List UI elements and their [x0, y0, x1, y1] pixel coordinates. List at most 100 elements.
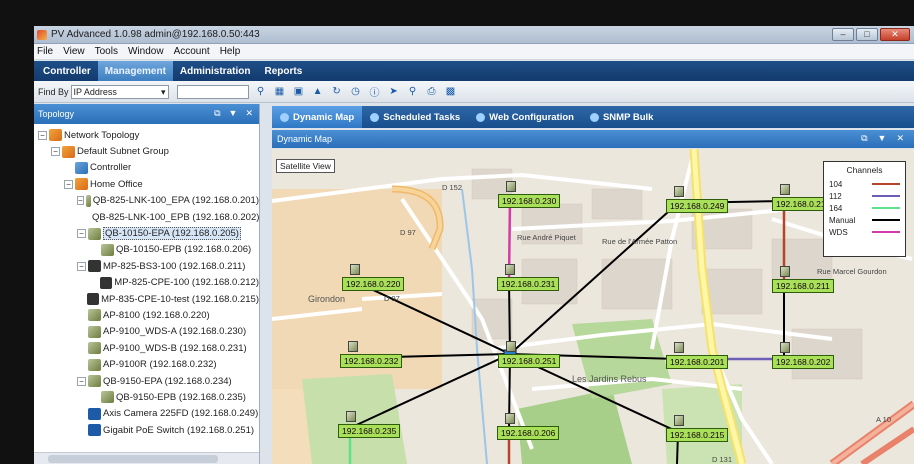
scrollbar-thumb[interactable]	[48, 455, 218, 463]
tree-item[interactable]: QB-825-LNK-100_EPB (192.168.0.202)	[34, 209, 259, 225]
device-node-label[interactable]: 192.168.0.211	[772, 279, 834, 293]
find-input[interactable]	[176, 84, 249, 99]
device-node-label[interactable]: 192.168.0.235	[338, 424, 401, 438]
tab-dynamic-map[interactable]: Dynamic Map	[272, 106, 363, 128]
device-node-label[interactable]: 192.168.0.251	[498, 354, 561, 368]
refresh-icon[interactable]: ↻	[330, 85, 344, 99]
horizontal-scrollbar[interactable]	[34, 452, 259, 464]
tree-item[interactable]: − QB-9150-EPA (192.168.0.234)	[34, 373, 259, 389]
legend-swatch	[872, 207, 900, 209]
pin-icon[interactable]: ▼	[878, 133, 887, 144]
device-icon[interactable]	[780, 184, 790, 195]
dynamic-map[interactable]: D 152 D 97 D 97 Girondon Rue André Piquet Rue…	[272, 149, 914, 464]
tree-item[interactable]: Axis Camera 225FD (192.168.0.249)	[34, 406, 259, 422]
device-node-label[interactable]: 192.168.0.206	[497, 426, 560, 440]
nav-reports[interactable]: Reports	[257, 61, 309, 81]
tree-item[interactable]: AP-9100_WDS-B (192.168.0.231)	[34, 340, 259, 356]
find-by-select[interactable]: IP Address	[70, 84, 169, 99]
send-icon[interactable]: ➤	[387, 85, 401, 99]
tree-item[interactable]: − QB-10150-EPA (192.168.0.205)	[34, 225, 259, 241]
device-icon[interactable]	[674, 186, 684, 197]
tree-item[interactable]: − Home Office	[34, 176, 259, 192]
map-icon[interactable]: ▣	[292, 85, 306, 99]
maximize-button[interactable]: □	[856, 28, 878, 41]
print-icon[interactable]: ⎙	[425, 85, 439, 99]
tree-item-label: Network Topology	[64, 129, 140, 141]
device-icon[interactable]	[505, 413, 515, 424]
device-node-label[interactable]: 192.168.0.232	[340, 354, 403, 368]
expand-toggle-icon[interactable]: −	[77, 229, 86, 239]
restore-icon[interactable]: ⧉	[861, 133, 867, 144]
device-node-label[interactable]: 192.168.0.202	[772, 355, 835, 369]
legend-label: 104	[829, 179, 843, 189]
device-icon[interactable]	[780, 342, 790, 353]
map-street-label: Rue de l'Armée Patton	[602, 237, 678, 246]
device-icon[interactable]	[780, 266, 790, 277]
device-node-label[interactable]: 192.168.0.215	[666, 428, 729, 442]
save-icon[interactable]: ▩	[444, 85, 458, 99]
expand-toggle-icon[interactable]: −	[77, 196, 84, 206]
device-node-label[interactable]: 192.168.0.201	[666, 355, 729, 369]
menu-account[interactable]: Account	[174, 46, 210, 57]
nav-management[interactable]: Management	[97, 61, 173, 81]
map-street-label: Rue André Piquet	[517, 233, 576, 242]
tree-item[interactable]: MP-825-CPE-100 (192.168.0.212)	[34, 275, 259, 291]
device-icon[interactable]	[348, 341, 358, 352]
tree-item[interactable]: QB-9150-EPB (192.168.0.235)	[34, 389, 259, 405]
expand-toggle-icon[interactable]: −	[51, 147, 60, 157]
device-node-label[interactable]: 192.168.0.220	[342, 277, 405, 291]
find-by-label: Find By	[38, 86, 69, 97]
minimize-button[interactable]: –	[832, 28, 854, 41]
device-icon[interactable]	[506, 181, 516, 192]
menu-window[interactable]: Window	[128, 46, 164, 57]
expand-toggle-icon[interactable]: −	[64, 179, 73, 189]
device-node-label[interactable]: 192.168.0.230	[498, 194, 561, 208]
info-icon[interactable]: ⓘ	[368, 85, 382, 99]
tree-item[interactable]: − Default Subnet Group	[34, 143, 259, 159]
close-button[interactable]: ✕	[880, 28, 910, 41]
device-node-label[interactable]: 192.168.0.231	[497, 277, 560, 291]
nav-controller[interactable]: Controller	[36, 61, 98, 81]
tree-item[interactable]: − QB-825-LNK-100_EPA (192.168.0.201)	[34, 193, 259, 209]
menu-view[interactable]: View	[63, 46, 85, 57]
restore-icon[interactable]: ⧉	[214, 108, 220, 119]
location-pin-icon[interactable]: ⚲	[406, 85, 420, 99]
pin-icon[interactable]: ▼	[229, 108, 238, 119]
tree-item[interactable]: − Network Topology	[34, 127, 259, 143]
menu-tools[interactable]: Tools	[95, 46, 118, 57]
expand-toggle-icon[interactable]: −	[77, 261, 86, 271]
tree-item[interactable]: AP-9100_WDS-A (192.168.0.230)	[34, 324, 259, 340]
close-icon[interactable]: ✕	[245, 108, 253, 119]
tree-item[interactable]: Gigabit PoE Switch (192.168.0.251)	[34, 422, 259, 438]
tree-item[interactable]: − MP-825-BS3-100 (192.168.0.211)	[34, 258, 259, 274]
expand-toggle-icon[interactable]: −	[38, 130, 47, 140]
search-icon[interactable]: ⚲	[254, 85, 268, 99]
expand-toggle-icon[interactable]: −	[77, 376, 86, 386]
close-icon[interactable]: ✕	[896, 133, 904, 144]
clock-icon[interactable]: ◷	[349, 85, 363, 99]
add-device-icon[interactable]: ▲	[311, 85, 325, 99]
tab-snmp-bulk[interactable]: SNMP Bulk	[582, 106, 662, 128]
menu-help[interactable]: Help	[220, 46, 241, 57]
tree-item[interactable]: MP-835-CPE-10-test (192.168.0.215)	[34, 291, 259, 307]
menu-file[interactable]: File	[37, 46, 53, 57]
tree-view-icon[interactable]: ▦	[273, 85, 287, 99]
nav-administration[interactable]: Administration	[173, 61, 258, 81]
device-icon[interactable]	[674, 342, 684, 353]
tree-item[interactable]: QB-10150-EPB (192.168.0.206)	[34, 242, 259, 258]
device-icon[interactable]	[674, 415, 684, 426]
tab-web-configuration[interactable]: Web Configuration	[468, 106, 582, 128]
tree-item[interactable]: Controller	[34, 160, 259, 176]
device-icon[interactable]	[506, 341, 516, 352]
snmp-icon	[589, 112, 599, 122]
channels-legend: Channels 104 112 164 Manual WDS	[823, 161, 906, 257]
device-icon[interactable]	[505, 264, 515, 275]
tree-item[interactable]: AP-8100 (192.168.0.220)	[34, 307, 259, 323]
device-icon[interactable]	[350, 264, 360, 275]
tab-scheduled-tasks[interactable]: Scheduled Tasks	[362, 106, 468, 128]
device-node-label[interactable]: 192.168.0.249	[666, 199, 729, 213]
map-street-label: Les Jardins Rebus	[572, 374, 647, 384]
tree-item[interactable]: AP-9100R (192.168.0.232)	[34, 356, 259, 372]
satellite-view-button[interactable]: Satellite View	[276, 159, 335, 173]
device-icon[interactable]	[346, 411, 356, 422]
